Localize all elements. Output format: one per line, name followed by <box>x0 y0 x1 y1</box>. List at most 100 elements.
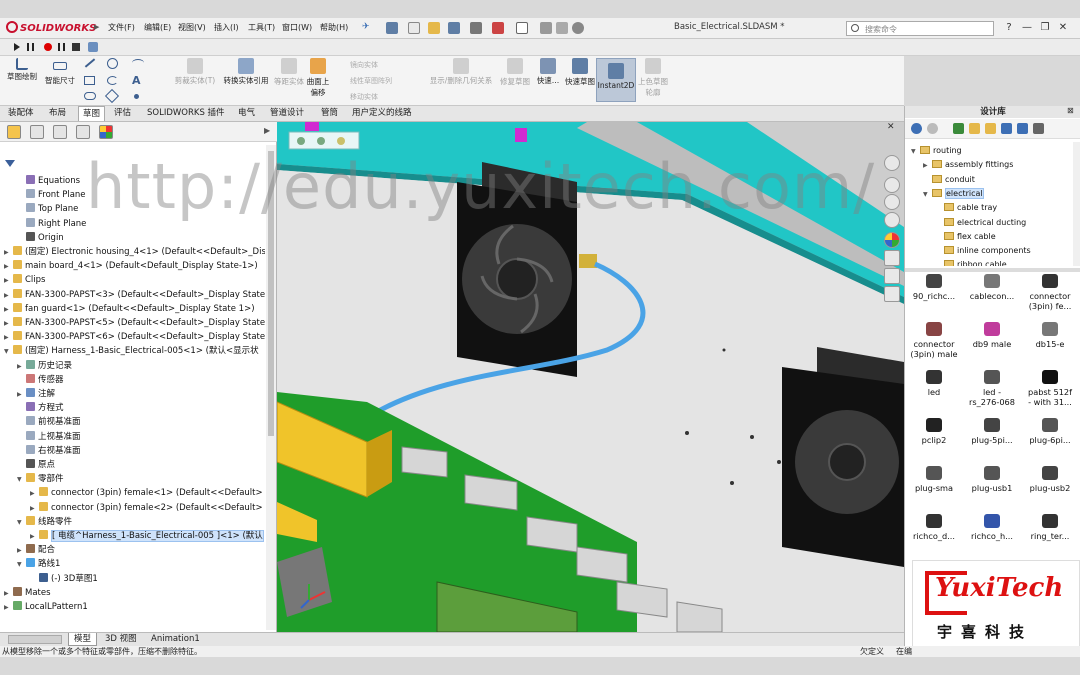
slot-icon[interactable] <box>84 92 96 100</box>
model-tab-0[interactable]: 模型 <box>68 633 98 646</box>
chevron-right-icon[interactable]: ▶ <box>4 317 13 330</box>
library-folder[interactable]: electrical ducting <box>935 216 1026 229</box>
tree-item[interactable]: ▶ LocalLPattern1 <box>0 600 265 614</box>
tree-item[interactable]: ▶ connector (3pin) female<1> (Default<<De… <box>0 486 265 500</box>
chevron-right-icon[interactable]: ▶ <box>4 260 13 273</box>
menu-item-5[interactable]: 窗口(W) <box>282 22 312 33</box>
view-icon-2[interactable] <box>317 137 325 145</box>
close-button[interactable]: ✕ <box>1056 21 1070 35</box>
tree-item[interactable]: ▶ [ 电缆^Harness_1-Basic_Electrical-005 ]<1… <box>0 529 265 543</box>
tab-8[interactable]: 用户定义的线路 <box>348 106 416 121</box>
custom-properties-icon[interactable] <box>884 286 900 302</box>
instant2d-button[interactable]: Instant2D <box>596 58 636 102</box>
tree-item[interactable]: 原点 <box>0 458 265 472</box>
polygon-icon[interactable] <box>104 88 120 104</box>
create-new-folder-icon[interactable] <box>985 123 996 134</box>
tab-4[interactable]: SOLIDWORKS 插件 <box>143 106 229 121</box>
tree-item[interactable]: Origin <box>0 231 265 245</box>
library-item[interactable]: ring_ter... <box>1021 514 1079 541</box>
configuration-manager-tab-icon[interactable] <box>53 125 67 139</box>
step-macro-icon[interactable] <box>27 43 34 51</box>
tree-item[interactable]: ▶ connector (3pin) female<2> (Default<<De… <box>0 501 265 515</box>
offset-on-surface-button[interactable]: 曲面上偏移 <box>304 58 332 98</box>
undo-icon[interactable] <box>492 22 504 34</box>
design-library-close-icon[interactable]: ⊠ <box>1067 106 1074 115</box>
library-folder[interactable]: ▼ routing <box>911 144 962 157</box>
add-to-library-icon[interactable] <box>953 123 964 134</box>
tree-item[interactable]: 前视基准面 <box>0 415 265 429</box>
panel-collapse-icon[interactable]: ▶ <box>264 126 270 135</box>
tree-item[interactable]: ▶ FAN-3300-PAPST<3> (Default<<Default>_Di… <box>0 288 265 302</box>
library-folder[interactable]: cable tray <box>935 201 997 214</box>
library-item[interactable]: plug-6pi... <box>1021 418 1079 445</box>
chevron-right-icon[interactable]: ▶ <box>17 388 26 401</box>
chevron-down-icon[interactable]: ▼ <box>911 145 920 158</box>
forward-icon[interactable] <box>927 123 938 134</box>
repair-sketch-button[interactable]: 修复草图 <box>500 58 530 87</box>
point-icon[interactable] <box>134 94 139 99</box>
tree-item[interactable]: ▼ (固定) Harness_1-Basic_Electrical-005<1> … <box>0 344 265 358</box>
display-manager-tab-icon[interactable] <box>99 125 113 139</box>
tab-0[interactable]: 装配体 <box>4 106 38 121</box>
file-properties-icon[interactable] <box>556 22 568 34</box>
chevron-right-icon[interactable]: ▶ <box>17 360 26 373</box>
library-item[interactable]: plug-usb1 <box>963 466 1021 493</box>
rapid-sketch-button[interactable]: 快速草图 <box>565 58 595 87</box>
chevron-down-icon[interactable]: ▼ <box>4 345 13 358</box>
library-item[interactable]: led <box>905 370 963 397</box>
pin-library-icon[interactable] <box>1033 123 1044 134</box>
library-item[interactable]: richco_d... <box>905 514 963 541</box>
library-item[interactable]: 90_richc... <box>905 274 963 301</box>
refresh-icon[interactable] <box>1001 123 1012 134</box>
chevron-right-icon[interactable]: ▶ <box>30 530 39 543</box>
back-icon[interactable] <box>911 123 922 134</box>
model-tab-2[interactable]: Animation1 <box>146 633 205 646</box>
tree-item[interactable]: 上视基准面 <box>0 430 265 444</box>
tree-item[interactable]: ▶ 配合 <box>0 543 265 557</box>
rebuild-icon[interactable] <box>540 22 552 34</box>
chevron-down-icon[interactable]: ▼ <box>17 473 26 486</box>
section-view-icon[interactable] <box>884 268 900 284</box>
spline-icon[interactable] <box>132 59 144 67</box>
record-macro-icon[interactable] <box>44 43 52 51</box>
maximize-button[interactable]: ❐ <box>1038 21 1052 35</box>
chevron-right-icon[interactable]: ▶ <box>4 246 13 259</box>
chevron-down-icon[interactable]: ▼ <box>17 558 26 571</box>
rectangle-icon[interactable] <box>84 76 95 85</box>
tab-1[interactable]: 布局 <box>45 106 70 121</box>
shaded-sketch-contours-button[interactable]: 上色草图轮廓 <box>638 58 668 98</box>
library-item[interactable]: richco_h... <box>963 514 1021 541</box>
chevron-right-icon[interactable]: ▶ <box>30 487 39 500</box>
tree-item[interactable]: ▶ FAN-3300-PAPST<5> (Default<<Default>_Di… <box>0 316 265 330</box>
tab-scroll-first-icon[interactable] <box>8 635 62 644</box>
offset-entities-button[interactable]: 等距实体 <box>274 58 304 87</box>
options-gear-icon[interactable] <box>572 22 584 34</box>
sketch-button[interactable]: 草图绘制 <box>4 58 40 82</box>
trim-entities-button[interactable]: 剪裁实体(T) <box>170 58 220 86</box>
stop-macro-icon[interactable] <box>72 43 80 51</box>
tab-7[interactable]: 管筒 <box>317 106 342 121</box>
minimize-button[interactable]: — <box>1020 21 1034 35</box>
tree-item[interactable]: ▶ 注解 <box>0 387 265 401</box>
tab-3[interactable]: 评估 <box>110 106 135 121</box>
pause-macro-icon[interactable] <box>58 43 65 51</box>
library-item[interactable]: pclip2 <box>905 418 963 445</box>
solidworks-logo[interactable]: SOLIDWORKS <box>6 21 96 36</box>
display-delete-relations-button[interactable]: 显示/删除几何关系 <box>424 58 498 86</box>
tab-5[interactable]: 电气 <box>234 106 259 121</box>
smart-dimension-button[interactable]: 智能尺寸 <box>42 58 78 86</box>
library-item[interactable]: db9 male <box>963 322 1021 349</box>
menu-item-0[interactable]: 文件(F) <box>108 22 135 33</box>
home-icon[interactable] <box>386 22 398 34</box>
new-document-icon[interactable] <box>408 22 420 34</box>
pin-icon[interactable]: ✈ <box>362 22 370 32</box>
text-icon[interactable]: A <box>132 74 141 87</box>
arc-icon[interactable] <box>107 76 118 85</box>
chevron-right-icon[interactable]: ▶ <box>4 289 13 302</box>
chevron-down-icon[interactable]: ▼ <box>923 188 932 201</box>
appearance-icon[interactable] <box>884 212 900 228</box>
line-icon[interactable] <box>84 58 96 68</box>
tree-item[interactable]: 右视基准面 <box>0 444 265 458</box>
help-button[interactable]: ? <box>1002 21 1016 35</box>
library-folder[interactable]: inline components <box>935 244 1031 257</box>
